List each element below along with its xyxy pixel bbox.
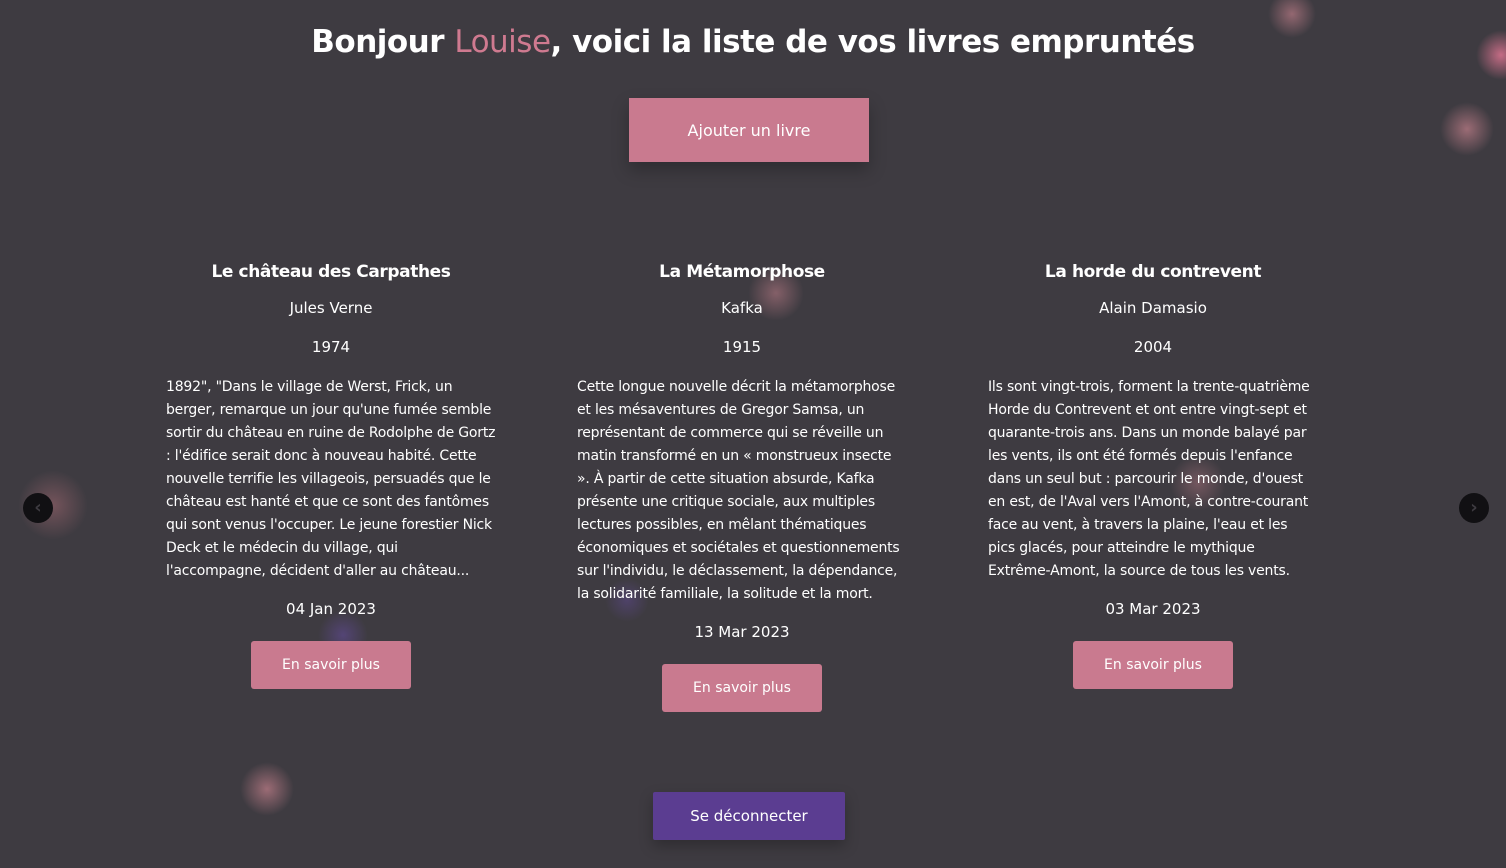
book-author: Alain Damasio	[1099, 299, 1207, 317]
borrow-date: 04 Jan 2023	[286, 600, 376, 618]
book-year: 2004	[1133, 338, 1173, 356]
page-title: Bonjour Louise, voici la liste de vos li…	[0, 24, 1506, 60]
bokeh-light	[240, 762, 294, 816]
book-description: Ils sont vingt-trois, forment la trente-…	[988, 379, 1310, 579]
book-title: Le château des Carpathes	[211, 262, 451, 282]
borrow-date: 13 Mar 2023	[694, 623, 790, 641]
book-year: 1974	[311, 338, 351, 356]
chevron-left-icon[interactable]: ‹	[23, 493, 53, 523]
book-card: Le château des Carpathes Jules Verne 197…	[166, 258, 496, 689]
learn-more-button[interactable]: En savoir plus	[251, 641, 411, 689]
book-card: La Métamorphose Kafka 1915 Cette longue …	[577, 258, 907, 712]
book-author: Kafka	[721, 299, 763, 317]
user-name: Louise	[454, 24, 551, 60]
add-book-button[interactable]: Ajouter un livre	[629, 98, 869, 162]
book-title: La horde du contrevent	[1044, 262, 1262, 282]
bokeh-light	[1440, 102, 1494, 156]
book-description: Cette longue nouvelle décrit la métamorp…	[577, 379, 900, 602]
page: Bonjour Louise, voici la liste de vos li…	[0, 0, 1506, 868]
title-greeting: Bonjour	[311, 24, 455, 60]
title-suffix: , voici la liste de vos livres empruntés	[550, 24, 1196, 60]
book-description: 1892", "Dans le village de Werst, Frick,…	[166, 379, 496, 579]
logout-button[interactable]: Se déconnecter	[653, 792, 845, 840]
book-title: La Métamorphose	[659, 262, 825, 282]
chevron-right-icon[interactable]: ›	[1459, 493, 1489, 523]
book-year: 1915	[722, 338, 762, 356]
learn-more-button[interactable]: En savoir plus	[662, 664, 822, 712]
book-card: La horde du contrevent Alain Damasio 200…	[988, 258, 1318, 689]
book-author: Jules Verne	[289, 299, 373, 317]
borrow-date: 03 Mar 2023	[1105, 600, 1201, 618]
learn-more-button[interactable]: En savoir plus	[1073, 641, 1233, 689]
